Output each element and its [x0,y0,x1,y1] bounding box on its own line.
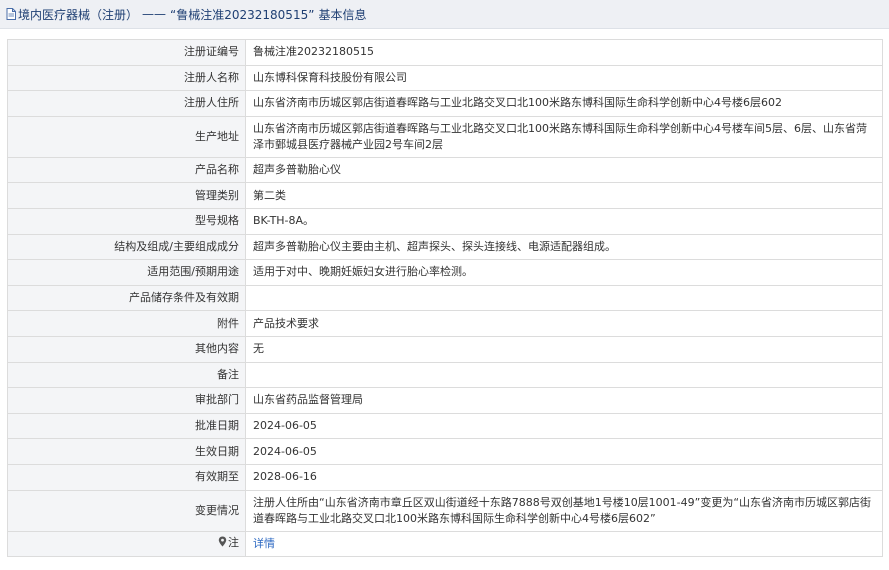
row-value: 山东省济南市历城区郭店街道春晖路与工业北路交叉口北100米路东博科国际生命科学创… [245,115,883,158]
table-row: 审批部门 山东省药品监督管理局 [7,387,883,414]
table-row: 变更情况 注册人住所由“山东省济南市章丘区双山街道经十东路7888号双创基地1号… [7,489,883,532]
row-label: 产品名称 [7,156,246,184]
row-value: 第二类 [245,182,883,209]
row-value [245,361,883,389]
row-value: 山东省药品监督管理局 [245,387,883,414]
table-row: 注册证编号 鲁械注准20232180515 [7,39,883,66]
note-row: 注 详情 [7,530,883,558]
row-value: 鲁械注准20232180515 [245,39,883,66]
table-row: 适用范围/预期用途 适用于对中、晚期妊娠妇女进行胎心率检测。 [7,259,883,286]
row-label: 管理类别 [7,182,246,209]
row-label: 注册证编号 [7,39,246,66]
detail-table: 注册证编号 鲁械注准20232180515 注册人名称 山东博科保育科技股份有限… [7,39,883,558]
pin-icon [218,536,227,552]
table-row: 生效日期 2024-06-05 [7,438,883,465]
row-label: 结构及组成/主要组成成分 [7,233,246,261]
page-header: 境内医疗器械（注册） —— “鲁械注准20232180515” 基本信息 [0,0,889,29]
table-row: 型号规格 BK-TH-8A。 [7,207,883,235]
row-label: 注册人住所 [7,90,246,117]
row-label: 其他内容 [7,335,246,363]
detail-table-body: 注册证编号 鲁械注准20232180515 注册人名称 山东博科保育科技股份有限… [7,39,883,558]
row-label: 变更情况 [7,489,246,532]
row-value: 2028-06-16 [245,463,883,491]
row-label: 型号规格 [7,207,246,235]
table-row: 结构及组成/主要组成成分 超声多普勒胎心仪主要由主机、超声探头、探头连接线、电源… [7,233,883,261]
row-value: 2024-06-05 [245,438,883,465]
document-icon [6,8,16,20]
row-label: 产品储存条件及有效期 [7,284,246,312]
table-row: 注册人名称 山东博科保育科技股份有限公司 [7,64,883,92]
row-value: 超声多普勒胎心仪主要由主机、超声探头、探头连接线、电源适配器组成。 [245,233,883,261]
header-separator: —— [142,7,167,21]
row-label: 生产地址 [7,115,246,158]
note-label-cell: 注 [7,530,246,558]
row-value: 山东博科保育科技股份有限公司 [245,64,883,92]
header-suffix: 基本信息 [318,7,367,22]
row-label: 备注 [7,361,246,389]
table-row: 生产地址 山东省济南市历城区郭店街道春晖路与工业北路交叉口北100米路东博科国际… [7,115,883,158]
note-label: 注 [228,536,239,550]
row-value: 2024-06-05 [245,412,883,440]
table-row: 有效期至 2028-06-16 [7,463,883,491]
row-label: 注册人名称 [7,64,246,92]
row-value: 注册人住所由“山东省济南市章丘区双山街道经十东路7888号双创基地1号楼10层1… [245,489,883,532]
detail-table-container: 注册证编号 鲁械注准20232180515 注册人名称 山东博科保育科技股份有限… [7,39,883,558]
row-value: 无 [245,335,883,363]
row-label: 有效期至 [7,463,246,491]
row-value: 产品技术要求 [245,310,883,337]
table-row: 其他内容 无 [7,335,883,363]
details-link[interactable]: 详情 [253,537,275,550]
row-value: BK-TH-8A。 [245,207,883,235]
table-row: 备注 [7,361,883,389]
row-label: 适用范围/预期用途 [7,259,246,286]
row-label: 审批部门 [7,387,246,414]
note-value-cell: 详情 [245,530,883,558]
row-value: 超声多普勒胎心仪 [245,156,883,184]
row-value: 适用于对中、晚期妊娠妇女进行胎心率检测。 [245,259,883,286]
header-title: “鲁械注准20232180515” [170,7,315,22]
row-label: 生效日期 [7,438,246,465]
row-value: 山东省济南市历城区郭店街道春晖路与工业北路交叉口北100米路东博科国际生命科学创… [245,90,883,117]
table-row: 附件 产品技术要求 [7,310,883,337]
table-row: 注册人住所 山东省济南市历城区郭店街道春晖路与工业北路交叉口北100米路东博科国… [7,90,883,117]
table-row: 产品名称 超声多普勒胎心仪 [7,156,883,184]
table-row: 批准日期 2024-06-05 [7,412,883,440]
row-value [245,284,883,312]
table-row: 产品储存条件及有效期 [7,284,883,312]
table-row: 管理类别 第二类 [7,182,883,209]
header-prefix: 境内医疗器械（注册） [18,7,139,22]
row-label: 批准日期 [7,412,246,440]
row-label: 附件 [7,310,246,337]
